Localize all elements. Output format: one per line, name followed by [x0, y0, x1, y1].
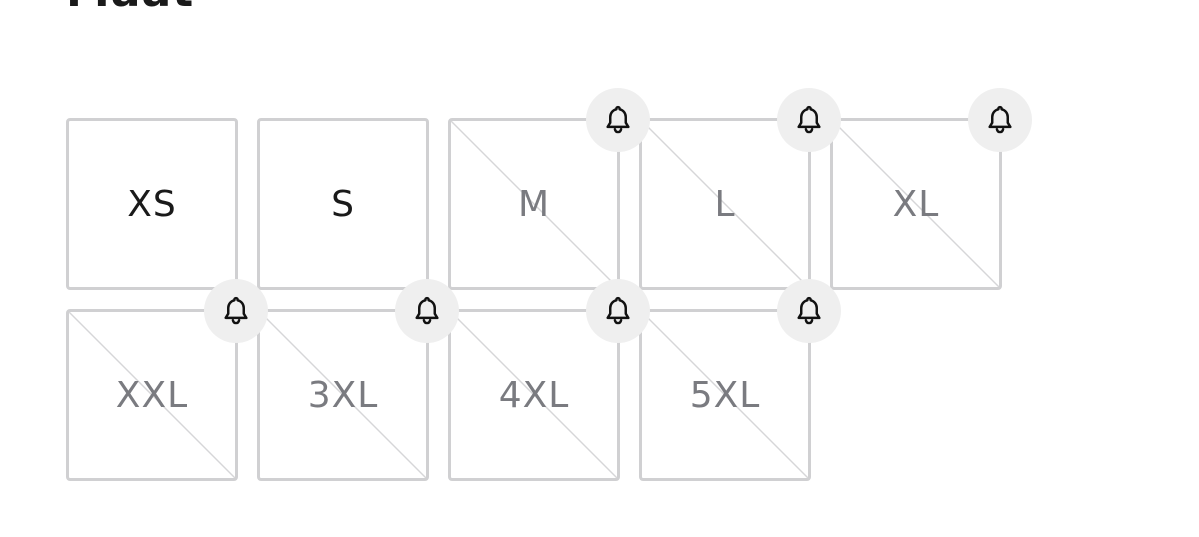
notify-me-button[interactable]: [586, 279, 650, 343]
bell-icon: [224, 296, 248, 325]
size-label: 3XL: [307, 374, 379, 416]
size-label: XL: [892, 183, 940, 225]
size-label: 4XL: [498, 374, 570, 416]
size-option-5xl[interactable]: 5XL: [639, 279, 841, 481]
bell-icon: [415, 296, 439, 325]
size-label: XXL: [115, 374, 189, 416]
size-option-l[interactable]: L: [639, 88, 841, 290]
size-option-xxl[interactable]: XXL: [66, 279, 268, 481]
notify-me-button[interactable]: [204, 279, 268, 343]
size-option-4xl[interactable]: 4XL: [448, 279, 650, 481]
size-option-3xl[interactable]: 3XL: [257, 279, 459, 481]
bell-icon: [606, 296, 630, 325]
size-label: S: [331, 183, 355, 225]
size-option-xl[interactable]: XL: [830, 88, 1032, 290]
size-option-m[interactable]: M: [448, 88, 650, 290]
notify-me-button[interactable]: [395, 279, 459, 343]
page-title: Maat: [66, 0, 194, 14]
size-label: M: [517, 183, 551, 225]
notify-me-button[interactable]: [968, 88, 1032, 152]
size-label: 5XL: [689, 374, 761, 416]
bell-icon: [606, 105, 630, 134]
size-selector: XS S M L XL XXL 3XL 4XL 5XL: [66, 88, 1032, 498]
notify-me-button[interactable]: [777, 279, 841, 343]
notify-me-button[interactable]: [777, 88, 841, 152]
bell-icon: [797, 105, 821, 134]
size-label: XS: [127, 183, 177, 225]
size-option-xs[interactable]: XS: [66, 118, 238, 290]
size-option-s[interactable]: S: [257, 118, 429, 290]
bell-icon: [797, 296, 821, 325]
notify-me-button[interactable]: [586, 88, 650, 152]
bell-icon: [988, 105, 1012, 134]
size-label: L: [714, 183, 736, 225]
